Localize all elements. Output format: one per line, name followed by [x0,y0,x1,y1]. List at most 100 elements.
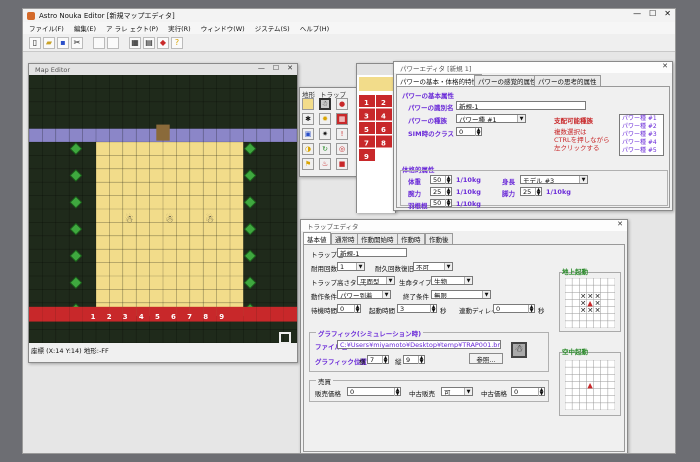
species-item[interactable]: パワー種 #3 [622,131,663,139]
ground-trigger-grid[interactable]: ✕ ✕ ✕✕ ▲ ✕✕ ✕ ✕ [565,278,615,328]
palette-block-tile[interactable]: ▦ [336,113,348,125]
species-list[interactable]: パワー種 #1 パワー種 #2 パワー種 #3 パワー種 #4 パワー種 #5 [619,114,664,156]
tab-trap-start[interactable]: 作動開始時 [357,233,398,244]
trap-list-canvas[interactable]: 1 2 3 4 5 6 7 8 9 [357,75,395,213]
trigger-center-mark[interactable]: ▲ [587,382,593,390]
tab-power-basic[interactable]: パワーの基本・体格的特性 [396,74,482,86]
tab-trap-active[interactable]: 作動時 [397,233,425,244]
browse-button[interactable]: 参照... [469,353,503,364]
door-tile[interactable] [156,124,170,141]
trap-cell[interactable] [243,306,257,322]
robot-unit[interactable]: ☃ [205,212,214,225]
menu-window[interactable]: ウィンドウ(W) [201,23,245,33]
wing-spinner[interactable]: 50 ▲ ▼ [430,199,452,208]
trap-cell[interactable] [283,306,297,322]
palette-red-dot[interactable]: ● [336,98,348,110]
close-icon[interactable]: ✕ [664,9,671,18]
tab-trap-normal[interactable]: 通常時 [331,233,359,244]
trap-height-select[interactable]: 平面型 ▼ [357,276,395,285]
used-sale-select[interactable]: 可 ▼ [441,387,473,396]
height-select[interactable]: モデル #3 ▼ [520,175,588,184]
palette-bomb-tile[interactable]: ✷ [319,128,331,140]
color-icon[interactable]: ◆ [157,36,169,49]
blank-tool-icon[interactable] [93,36,105,49]
menu-system[interactable]: ジステム(S) [255,23,290,33]
species-item[interactable]: パワー種 #1 [622,115,663,123]
cut-icon[interactable]: ✂ [71,36,83,49]
minimize-icon[interactable]: — [633,9,641,18]
help-icon[interactable]: ? [171,36,183,49]
trap-cell[interactable] [29,306,43,322]
tab-trap-basic[interactable]: 基本値 [303,232,331,244]
map-maximize-icon[interactable]: ☐ [273,64,279,72]
tab-power-sense[interactable]: パワーの感覚的属性 [474,75,541,86]
trigger-mark[interactable]: ✕ [595,307,601,315]
palette-arrow-tile[interactable]: ↻ [319,143,331,155]
palette-stop-tile[interactable]: ■ [336,158,348,170]
palette-pacman-tile[interactable]: ◑ [302,143,314,155]
species-item[interactable]: パワー種 #5 [622,147,663,155]
species-item[interactable]: パワー種 #2 [622,123,663,131]
gfx-file-input[interactable]: C:¥Users¥miyamoto¥Desktop¥temp¥TRAP001.b… [337,340,501,349]
palette-flag-tile[interactable]: ⚑ [302,158,314,170]
menu-help[interactable]: ヘルプ(H) [300,23,329,33]
power-close-icon[interactable]: ✕ [662,62,668,70]
save-icon[interactable]: ▪ [57,36,69,49]
tab-trap-after[interactable]: 作動後 [425,233,453,244]
trap-cell[interactable] [69,306,83,322]
palette-gear-tile[interactable]: ✱ [302,113,314,125]
weight-spinner[interactable]: 50 ▲ ▼ [430,175,452,184]
tab-power-think[interactable]: パワーの思考的属性 [534,75,601,86]
leg-spinner[interactable]: 25 ▲ ▼ [520,187,542,196]
open-folder-icon[interactable]: ▰ [43,36,55,49]
gfx-h-spinner[interactable]: 9 ▲ ▼ [403,355,425,364]
trap-list-header-tile[interactable] [359,77,393,91]
trap-close-icon[interactable]: ✕ [617,220,623,228]
arm-spinner[interactable]: 25 ▲ ▼ [430,187,452,196]
power-name-input[interactable]: 新規-1 [456,101,586,110]
power-sim-spinner[interactable]: 0 ▲ ▼ [456,127,482,136]
species-item[interactable]: パワー種 #4 [622,139,663,147]
air-trigger-grid[interactable]: ▲ [565,360,615,410]
trap-cell[interactable] [230,306,244,322]
trap-life-select[interactable]: 生物 ▼ [431,276,473,285]
trap-name-input[interactable]: 新規-1 [337,248,407,257]
menu-file[interactable]: ファイル(F) [29,23,64,33]
robot-unit[interactable]: ☃ [165,212,174,225]
trap-cell[interactable] [42,306,56,322]
map-canvas[interactable]: ☃ ☃ ☃ 1 2 3 4 5 6 7 8 9 [29,75,297,343]
grid-icon[interactable]: ▦ [129,36,141,49]
trap-wait-spinner[interactable]: 0 ▲ ▼ [337,304,361,313]
palette-ring-tile[interactable]: ◎ [336,143,348,155]
trap-delay-spinner[interactable]: 0 ▲ ▼ [493,304,535,313]
palette-floor-tile[interactable] [302,98,314,110]
trap-dur-select[interactable]: 1 ▼ [337,262,365,271]
menu-run[interactable]: 実行(R) [168,23,191,33]
menu-project[interactable]: ア ラレ ェクト(P) [106,23,158,33]
power-type-select[interactable]: パワー種 #1 ▼ [456,114,526,123]
trap-start-spinner[interactable]: 3 ▲ ▼ [397,304,437,313]
maximize-icon[interactable]: ☐ [649,9,656,18]
palette-exclaim-tile[interactable]: ! [336,128,348,140]
trap-end-select[interactable]: 無限 ▼ [431,290,491,299]
used-price-spinner[interactable]: 0 ▲ ▼ [511,387,545,396]
palette-sun-tile[interactable]: ✹ [319,113,331,125]
new-file-icon[interactable]: ▯ [29,36,41,49]
palette-cube-tile[interactable]: ▣ [302,128,314,140]
trap-cell[interactable] [270,306,284,322]
gfx-w-spinner[interactable]: 7 ▲ ▼ [367,355,389,364]
trap-cell[interactable] [55,306,70,322]
robot-unit[interactable]: ☃ [125,212,134,225]
menu-edit[interactable]: 編集(E) [74,23,96,33]
trigger-mark[interactable]: ✕ [580,307,586,315]
map-minimize-icon[interactable]: — [258,64,265,72]
layers-icon[interactable]: ▤ [143,36,155,49]
trap-cell[interactable] [256,306,271,322]
trap-rec-select[interactable]: 不可 ▼ [413,262,453,271]
blank-tool-icon-2[interactable] [107,36,119,49]
trigger-mark[interactable]: ✕ [587,307,593,315]
map-close-icon[interactable]: ✕ [287,64,293,72]
palette-robot-tile[interactable]: ☃ [319,98,331,110]
palette-flame-tile[interactable]: ♨ [319,158,331,170]
fullscreen-icon[interactable] [279,332,291,344]
